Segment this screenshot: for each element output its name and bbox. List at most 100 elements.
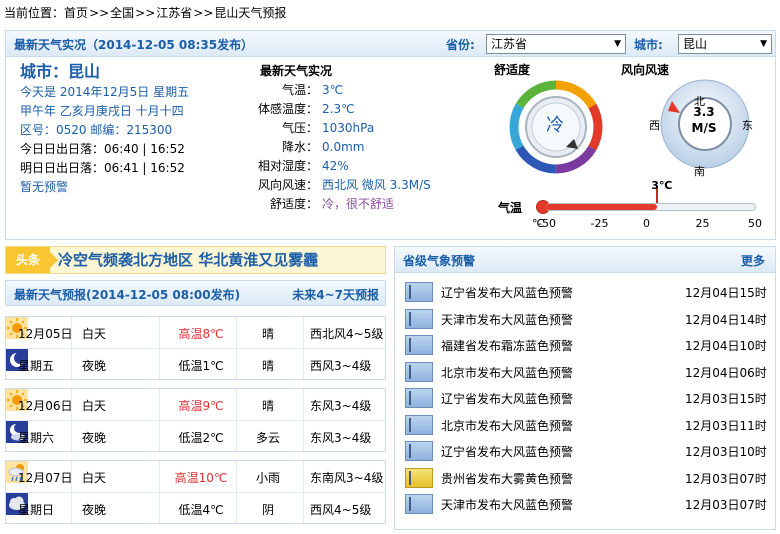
breadcrumb-national-link[interactable]: 全国 — [110, 6, 134, 20]
forecast-header: 最新天气预报(2014-12-05 08:00发布) 未来4~7天预报 — [5, 280, 386, 306]
live-weather-panel: 最新天气实况（2014-12-05 08:35发布） 省份: 江苏省 ▼ 城市:… — [5, 30, 776, 240]
headline-tag: 头条 — [6, 247, 58, 273]
thermometer — [536, 187, 766, 223]
warnings-panel: 省级气象预警 更多 辽宁省发布大风蓝色预警 12月04日15时天津市发布大风蓝色预… — [394, 246, 776, 530]
warning-time: 12月03日10时 — [685, 445, 767, 459]
wind-warning-icon — [405, 414, 433, 435]
forecast-weather: 晴 — [261, 399, 274, 413]
obs-value: 0.0mm — [322, 140, 365, 154]
chevron-down-icon: ▼ — [614, 39, 621, 49]
warning-row[interactable]: 辽宁省发布大风蓝色预警 12月03日15时 — [395, 385, 775, 411]
headline-text[interactable]: 冷空气频袭北方地区 华北黄淮又见雾霾 — [58, 250, 318, 270]
today-date: 今天是 2014年12月5日 星期五 — [20, 85, 190, 99]
thermo-fill — [546, 204, 658, 210]
forecast-temp: 低温4℃ — [178, 503, 224, 517]
forecast-temp: 高温8℃ — [178, 327, 224, 341]
obs-row: 相对湿度： 42% — [258, 157, 478, 176]
obs-value: 1030hPa — [322, 121, 375, 135]
thermo-tick: 50 — [748, 217, 762, 230]
wind-warning-icon — [405, 361, 433, 382]
warning-row[interactable]: 北京市发布大风蓝色预警 12月03日11时 — [395, 412, 775, 438]
warning-text[interactable]: 北京市发布大风蓝色预警 — [441, 417, 573, 434]
province-select[interactable]: 江苏省 ▼ — [486, 34, 626, 54]
warning-text[interactable]: 福建省发布霜冻蓝色预警 — [441, 337, 573, 354]
breadcrumb-separator: >> — [89, 6, 110, 20]
forecast-period: 白天 — [82, 327, 107, 341]
city-select-value: 昆山 — [683, 37, 708, 51]
wind-east-label: 东 — [742, 119, 753, 132]
warning-time: 12月04日15时 — [685, 286, 767, 300]
warning-text[interactable]: 辽宁省发布大风蓝色预警 — [441, 443, 573, 460]
forecast-temp: 高温9℃ — [178, 399, 224, 413]
obs-value: 冷，很不舒适 — [322, 197, 395, 211]
obs-key: 相对湿度： — [258, 159, 319, 173]
forecast-title: 最新天气预报(2014-12-05 08:00发布) — [14, 288, 241, 302]
forecast-weather: 晴 — [261, 327, 274, 341]
breadcrumb-separator: >> — [193, 6, 214, 20]
forecast-day: 12月07日 白天 高温10℃ 小雨 东南风3~4级 星期日 夜晚 低温4℃ 阴… — [5, 460, 386, 524]
obs-row: 体感温度： 2.3℃ — [258, 100, 478, 119]
observation-list: 最新天气实况 气温： 3℃ 体感温度： 2.3℃ 气压： 1030hPa 降水： 0.0… — [258, 61, 478, 214]
wind-west-label: 西 — [649, 119, 660, 132]
fog-warning-icon — [405, 467, 433, 488]
breadcrumb-home-link[interactable]: 首页 — [64, 6, 88, 20]
forecast-wind: 东南风3~4级 — [310, 471, 384, 485]
forecast-row-night: 星期五 夜晚 低温1℃ 晴 西风3~4级 — [6, 348, 385, 379]
forecast-wind: 西风3~4级 — [310, 359, 372, 373]
comfort-value: 冷 — [546, 115, 564, 136]
warning-text[interactable]: 天津市发布大风蓝色预警 — [441, 496, 573, 513]
breadcrumb-province-link[interactable]: 江苏省 — [156, 6, 192, 20]
warning-text[interactable]: 辽宁省发布大风蓝色预警 — [441, 284, 573, 301]
wind-warning-icon — [405, 282, 433, 302]
obs-value: 3℃ — [322, 83, 344, 97]
forecast-weather: 小雨 — [255, 471, 280, 485]
city-select[interactable]: 昆山 ▼ — [678, 34, 772, 54]
warning-text[interactable]: 辽宁省发布大风蓝色预警 — [441, 390, 573, 407]
wind-unit: M/S — [691, 121, 717, 135]
wind-warning-icon — [405, 308, 433, 329]
wind-speed: 3.3 — [693, 105, 715, 119]
warning-text[interactable]: 天津市发布大风蓝色预警 — [441, 311, 573, 328]
live-weather-title: 最新天气实况（2014-12-05 08:35发布） — [14, 38, 254, 52]
forecast-temp: 低温2℃ — [178, 431, 224, 445]
warning-row[interactable]: 福建省发布霜冻蓝色预警 12月04日10时 — [395, 332, 775, 358]
obs-key: 体感温度： — [258, 102, 319, 116]
forecast-more-link[interactable]: 未来4~7天预报 — [292, 286, 379, 303]
forecast-day: 12月05日 白天 高温8℃ 晴 西北风4~5级 星期五 夜晚 低温1℃ 晴 西… — [5, 316, 386, 380]
warnings-header: 省级气象预警 更多 — [395, 247, 775, 273]
forecast-row-night: 星期日 夜晚 低温4℃ 阴 西风4~5级 — [6, 492, 385, 523]
warning-row[interactable]: 北京市发布大风蓝色预警 12月04日06时 — [395, 359, 775, 385]
warning-row[interactable]: 天津市发布大风蓝色预警 12月03日07时 — [395, 491, 775, 517]
warning-time: 12月04日14时 — [685, 312, 767, 327]
warning-text[interactable]: 贵州省发布大雾黄色预警 — [441, 470, 573, 487]
warning-time: 12月04日06时 — [685, 365, 767, 380]
warnings-more-link[interactable]: 更多 — [741, 252, 765, 269]
wind-warning-icon — [405, 494, 433, 514]
warning-row[interactable]: 辽宁省发布大风蓝色预警 12月04日15时 — [395, 279, 775, 305]
city-label: 城市: — [634, 38, 663, 52]
headline-banner[interactable]: 头条 冷空气频袭北方地区 华北黄淮又见雾霾 — [5, 246, 386, 274]
forecast-row-day: 12月07日 白天 高温10℃ 小雨 东南风3~4级 — [6, 461, 385, 492]
warning-row[interactable]: 贵州省发布大雾黄色预警 12月03日07时 — [395, 465, 775, 491]
forecast-period: 白天 — [82, 399, 107, 413]
lunar-date: 甲午年 乙亥月庚戌日 十月十四 — [20, 104, 184, 118]
warning-text[interactable]: 北京市发布大风蓝色预警 — [441, 364, 573, 381]
forecast-row-day: 12月06日 白天 高温9℃ 晴 东风3~4级 — [6, 389, 385, 420]
thermo-tick: -50 — [538, 217, 556, 230]
warning-row[interactable]: 辽宁省发布大风蓝色预警 12月03日10时 — [395, 438, 775, 464]
breadcrumb-current: 昆山天气预报 — [214, 6, 287, 20]
thermo-tick: 0 — [643, 217, 650, 230]
forecast-period: 夜晚 — [82, 503, 107, 517]
wind-south-label: 南 — [694, 165, 705, 178]
warning-time: 12月03日11时 — [685, 418, 767, 433]
alert-status: 暂无预警 — [20, 180, 69, 194]
forecast-weather: 多云 — [255, 431, 280, 445]
warning-row[interactable]: 天津市发布大风蓝色预警 12月04日14时 — [395, 306, 775, 332]
obs-row: 降水： 0.0mm — [258, 138, 478, 157]
forecast-row-night: 星期六 夜晚 低温2℃ 多云 东风3~4级 — [6, 420, 385, 451]
wind-title: 风向风速 — [621, 63, 670, 77]
forecast-day: 12月06日 白天 高温9℃ 晴 东风3~4级 星期六 夜晚 低温2℃ 多云 东… — [5, 388, 386, 452]
area-codes: 区号：0520 邮编：215300 — [20, 123, 173, 137]
obs-key: 风向风速： — [258, 178, 319, 192]
forecast-weekday: 星期五 — [18, 359, 55, 373]
